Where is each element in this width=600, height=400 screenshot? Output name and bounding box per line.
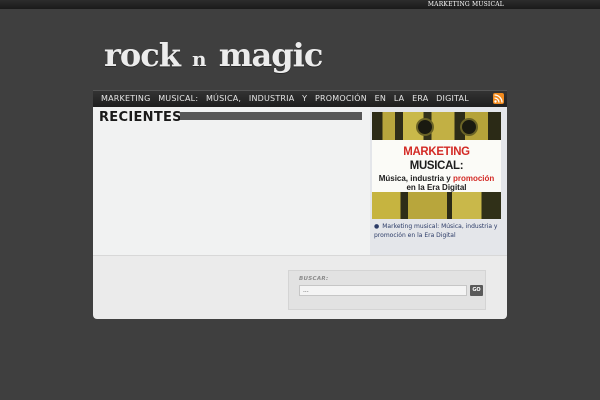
content-panel: RECIENTES MARKETING MUSICAL: Música, ind… — [93, 107, 507, 319]
rss-feed-icon[interactable] — [493, 93, 504, 104]
footer-area: BUSCAR: ... GO — [93, 255, 507, 320]
top-bar-link[interactable]: MARKETING MUSICAL — [428, 0, 504, 9]
tape-top-decoration — [372, 112, 501, 140]
book-title-black: MUSICAL: — [409, 158, 464, 172]
site-logo[interactable]: rock n magic — [104, 36, 324, 74]
nav-item-marketing-musical[interactable]: MARKETING MUSICAL: MÚSICA, INDUSTRIA Y P… — [101, 91, 469, 107]
book-title-red: MARKETING — [403, 144, 470, 158]
cassette-hole-right — [460, 118, 478, 136]
section-title: RECIENTES — [99, 110, 182, 125]
top-bar: MARKETING MUSICAL — [0, 0, 600, 9]
search-input[interactable]: ... — [299, 285, 467, 296]
search-label: BUSCAR: — [299, 276, 329, 282]
book-subtitle-b: promoción — [452, 174, 495, 183]
book-cover-label: MARKETING MUSICAL: Música, industria y p… — [372, 140, 501, 192]
logo-word-magic: magic — [218, 36, 324, 74]
book-cover-image[interactable]: MARKETING MUSICAL: Música, industria y p… — [372, 112, 501, 219]
main-column: RECIENTES — [93, 107, 370, 255]
search-go-button[interactable]: GO — [470, 285, 483, 296]
main-nav: MARKETING MUSICAL: MÚSICA, INDUSTRIA Y P… — [93, 90, 507, 107]
sidebar-link[interactable]: ● Marketing musical: Música, industria y … — [374, 222, 500, 240]
cassette-hole-left — [416, 118, 434, 136]
bullet-icon: ● — [374, 223, 380, 230]
book-subtitle-a: Música, industria y — [378, 174, 451, 183]
section-title-bar — [180, 112, 362, 120]
tape-bottom-decoration — [372, 192, 501, 219]
sidebar-link-text[interactable]: Marketing musical: Música, industria y p… — [374, 223, 497, 239]
sidebar: MARKETING MUSICAL: Música, industria y p… — [370, 107, 507, 255]
book-subtitle-c: en la Era Digital — [406, 183, 467, 192]
logo-word-n: n — [192, 47, 207, 71]
search-widget: BUSCAR: ... GO — [288, 270, 486, 310]
logo-word-rock: rock — [104, 36, 181, 74]
